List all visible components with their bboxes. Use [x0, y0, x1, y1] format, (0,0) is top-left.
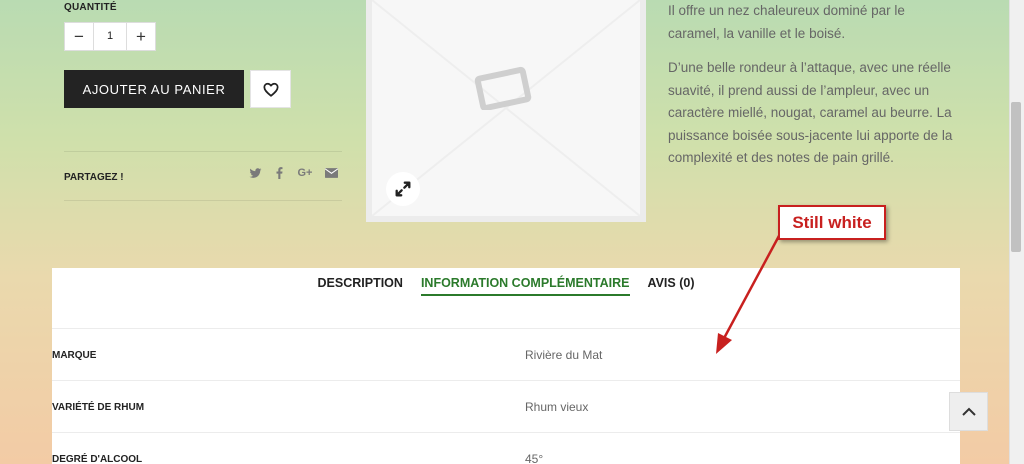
- share-label: PARTAGEZ !: [64, 172, 124, 183]
- annotation-callout: Still white: [778, 205, 886, 240]
- tab-reviews[interactable]: AVIS (0): [648, 276, 695, 296]
- share-icons: G+: [248, 166, 338, 180]
- quantity-stepper: − 1 +: [64, 22, 156, 51]
- add-to-cart-button[interactable]: AJOUTER AU PANIER: [64, 70, 244, 108]
- image-placeholder: [372, 0, 640, 216]
- google-plus-icon[interactable]: G+: [296, 166, 314, 180]
- wishlist-button[interactable]: [250, 70, 291, 108]
- heart-icon: [262, 82, 279, 97]
- chevron-up-icon: [961, 407, 976, 416]
- attribute-value: Rivière du Mat: [525, 348, 603, 362]
- email-icon[interactable]: [324, 166, 338, 180]
- increment-button[interactable]: +: [126, 22, 156, 51]
- attribute-name: MARQUE: [52, 350, 97, 361]
- tab-description[interactable]: DESCRIPTION: [318, 276, 403, 296]
- table-row: VARIÉTÉ DE RHUM Rhum vieux: [52, 380, 960, 432]
- twitter-icon[interactable]: [248, 166, 262, 180]
- table-row: MARQUE Rivière du Mat: [52, 328, 960, 380]
- divider: [64, 200, 342, 201]
- divider: [64, 151, 342, 152]
- quantity-label: QUANTITÉ: [64, 2, 117, 13]
- description-paragraph: Il offre un nez chaleureux dominé par le…: [668, 3, 905, 41]
- expand-icon: [395, 181, 411, 197]
- product-tabs-panel: DESCRIPTION INFORMATION COMPLÉMENTAIRE A…: [52, 268, 960, 464]
- facebook-icon[interactable]: [272, 166, 286, 180]
- tab-bar: DESCRIPTION INFORMATION COMPLÉMENTAIRE A…: [52, 276, 960, 296]
- decrement-button[interactable]: −: [64, 22, 94, 51]
- product-image[interactable]: [366, 0, 646, 222]
- attribute-name: DEGRÉ D'ALCOOL: [52, 454, 143, 464]
- scrollbar-thumb[interactable]: [1011, 102, 1021, 252]
- table-row: DEGRÉ D'ALCOOL 45°: [52, 432, 960, 464]
- attribute-value: Rhum vieux: [525, 400, 589, 414]
- broken-image-icon: [474, 66, 532, 110]
- tab-additional-information[interactable]: INFORMATION COMPLÉMENTAIRE: [420, 276, 630, 296]
- attribute-name: VARIÉTÉ DE RHUM: [52, 402, 145, 413]
- scroll-to-top-button[interactable]: [949, 392, 988, 431]
- description-paragraph: D’une belle rondeur à l’attaque, avec un…: [668, 60, 953, 165]
- quantity-input[interactable]: 1: [94, 22, 126, 51]
- attribute-value: 45°: [525, 452, 544, 464]
- zoom-button[interactable]: [386, 172, 420, 206]
- annotation-arrow: [716, 233, 782, 354]
